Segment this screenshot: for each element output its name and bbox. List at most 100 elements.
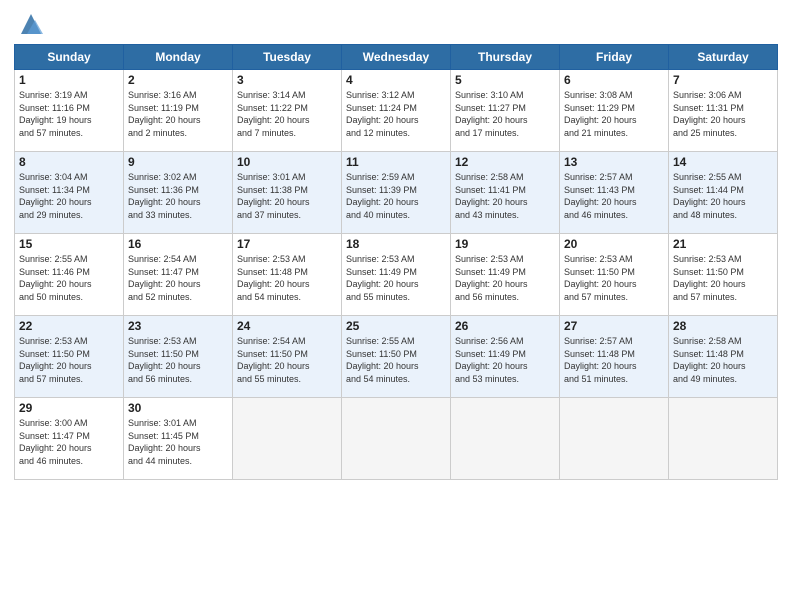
weekday-header: Monday xyxy=(124,45,233,70)
calendar-day-cell xyxy=(233,398,342,480)
calendar-day-cell: 10 Sunrise: 3:01 AM Sunset: 11:38 PM Dayl… xyxy=(233,152,342,234)
calendar-day-cell: 20Sunrise: 2:53 AM Sunset: 11:50 PM Dayl… xyxy=(560,234,669,316)
day-info: Sunrise: 2:53 AM Sunset: 11:50 PM Daylig… xyxy=(564,253,664,303)
day-info: Sunrise: 2:54 AM Sunset: 11:47 PM Daylig… xyxy=(128,253,228,303)
calendar-day-cell: 5 Sunrise: 3:10 AM Sunset: 11:27 PM Dayli… xyxy=(451,70,560,152)
day-number: 25 xyxy=(346,319,446,333)
day-number: 18 xyxy=(346,237,446,251)
day-info: Sunrise: 3:14 AM Sunset: 11:22 PM Daylig… xyxy=(237,89,337,139)
day-number: 17 xyxy=(237,237,337,251)
calendar-header-row: SundayMondayTuesdayWednesdayThursdayFrid… xyxy=(15,45,778,70)
day-info: Sunrise: 2:53 AM Sunset: 11:48 PM Daylig… xyxy=(237,253,337,303)
day-number: 3 xyxy=(237,73,337,87)
calendar-day-cell xyxy=(669,398,778,480)
day-info: Sunrise: 3:01 AM Sunset: 11:45 PM Daylig… xyxy=(128,417,228,467)
calendar-day-cell: 17 Sunrise: 2:53 AM Sunset: 11:48 PM Dayl… xyxy=(233,234,342,316)
calendar-day-cell: 7Sunrise: 3:06 AM Sunset: 11:31 PM Dayli… xyxy=(669,70,778,152)
calendar-day-cell: 11 Sunrise: 2:59 AM Sunset: 11:39 PM Dayl… xyxy=(342,152,451,234)
day-number: 28 xyxy=(673,319,773,333)
day-info: Sunrise: 2:57 AM Sunset: 11:48 PM Daylig… xyxy=(564,335,664,385)
calendar-day-cell: 16 Sunrise: 2:54 AM Sunset: 11:47 PM Dayl… xyxy=(124,234,233,316)
day-info: Sunrise: 2:55 AM Sunset: 11:50 PM Daylig… xyxy=(346,335,446,385)
day-number: 9 xyxy=(128,155,228,169)
day-number: 7 xyxy=(673,73,773,87)
day-info: Sunrise: 3:10 AM Sunset: 11:27 PM Daylig… xyxy=(455,89,555,139)
day-info: Sunrise: 3:01 AM Sunset: 11:38 PM Daylig… xyxy=(237,171,337,221)
day-number: 21 xyxy=(673,237,773,251)
calendar-day-cell: 8 Sunrise: 3:04 AM Sunset: 11:34 PM Dayli… xyxy=(15,152,124,234)
day-info: Sunrise: 2:54 AM Sunset: 11:50 PM Daylig… xyxy=(237,335,337,385)
day-info: Sunrise: 2:58 AM Sunset: 11:48 PM Daylig… xyxy=(673,335,773,385)
page: SundayMondayTuesdayWednesdayThursdayFrid… xyxy=(0,0,792,612)
day-info: Sunrise: 2:53 AM Sunset: 11:50 PM Daylig… xyxy=(128,335,228,385)
calendar-table: SundayMondayTuesdayWednesdayThursdayFrid… xyxy=(14,44,778,480)
logo xyxy=(14,10,45,38)
day-info: Sunrise: 2:53 AM Sunset: 11:49 PM Daylig… xyxy=(455,253,555,303)
day-number: 26 xyxy=(455,319,555,333)
calendar-day-cell: 24 Sunrise: 2:54 AM Sunset: 11:50 PM Dayl… xyxy=(233,316,342,398)
calendar-day-cell: 18 Sunrise: 2:53 AM Sunset: 11:49 PM Dayl… xyxy=(342,234,451,316)
calendar-day-cell: 22 Sunrise: 2:53 AM Sunset: 11:50 PM Dayl… xyxy=(15,316,124,398)
day-number: 8 xyxy=(19,155,119,169)
day-number: 14 xyxy=(673,155,773,169)
day-info: Sunrise: 3:12 AM Sunset: 11:24 PM Daylig… xyxy=(346,89,446,139)
day-number: 4 xyxy=(346,73,446,87)
day-info: Sunrise: 3:04 AM Sunset: 11:34 PM Daylig… xyxy=(19,171,119,221)
calendar-day-cell: 21 Sunrise: 2:53 AM Sunset: 11:50 PM Dayl… xyxy=(669,234,778,316)
day-number: 11 xyxy=(346,155,446,169)
calendar-week-row: 22 Sunrise: 2:53 AM Sunset: 11:50 PM Dayl… xyxy=(15,316,778,398)
calendar-day-cell: 14 Sunrise: 2:55 AM Sunset: 11:44 PM Dayl… xyxy=(669,152,778,234)
day-number: 29 xyxy=(19,401,119,415)
calendar-day-cell xyxy=(560,398,669,480)
calendar-day-cell: 1 Sunrise: 3:19 AM Sunset: 11:16 PM Dayli… xyxy=(15,70,124,152)
day-number: 2 xyxy=(128,73,228,87)
calendar-week-row: 15Sunrise: 2:55 AM Sunset: 11:46 PM Dayl… xyxy=(15,234,778,316)
day-number: 1 xyxy=(19,73,119,87)
calendar-day-cell: 25 Sunrise: 2:55 AM Sunset: 11:50 PM Dayl… xyxy=(342,316,451,398)
day-number: 12 xyxy=(455,155,555,169)
day-number: 10 xyxy=(237,155,337,169)
day-number: 23 xyxy=(128,319,228,333)
day-info: Sunrise: 3:19 AM Sunset: 11:16 PM Daylig… xyxy=(19,89,119,139)
day-number: 13 xyxy=(564,155,664,169)
day-number: 5 xyxy=(455,73,555,87)
header xyxy=(14,10,778,38)
day-info: Sunrise: 2:53 AM Sunset: 11:49 PM Daylig… xyxy=(346,253,446,303)
calendar-day-cell: 2 Sunrise: 3:16 AM Sunset: 11:19 PM Dayli… xyxy=(124,70,233,152)
calendar-day-cell: 3 Sunrise: 3:14 AM Sunset: 11:22 PM Dayli… xyxy=(233,70,342,152)
day-number: 6 xyxy=(564,73,664,87)
calendar-day-cell: 13 Sunrise: 2:57 AM Sunset: 11:43 PM Dayl… xyxy=(560,152,669,234)
weekday-header: Friday xyxy=(560,45,669,70)
calendar-day-cell: 15Sunrise: 2:55 AM Sunset: 11:46 PM Dayl… xyxy=(15,234,124,316)
day-info: Sunrise: 2:55 AM Sunset: 11:44 PM Daylig… xyxy=(673,171,773,221)
weekday-header: Wednesday xyxy=(342,45,451,70)
day-info: Sunrise: 2:58 AM Sunset: 11:41 PM Daylig… xyxy=(455,171,555,221)
day-info: Sunrise: 3:02 AM Sunset: 11:36 PM Daylig… xyxy=(128,171,228,221)
calendar-day-cell: 9 Sunrise: 3:02 AM Sunset: 11:36 PM Dayli… xyxy=(124,152,233,234)
day-number: 24 xyxy=(237,319,337,333)
day-info: Sunrise: 3:08 AM Sunset: 11:29 PM Daylig… xyxy=(564,89,664,139)
calendar-day-cell: 12 Sunrise: 2:58 AM Sunset: 11:41 PM Dayl… xyxy=(451,152,560,234)
logo-icon xyxy=(17,10,45,38)
day-number: 27 xyxy=(564,319,664,333)
calendar-day-cell: 19Sunrise: 2:53 AM Sunset: 11:49 PM Dayl… xyxy=(451,234,560,316)
day-number: 22 xyxy=(19,319,119,333)
day-info: Sunrise: 2:53 AM Sunset: 11:50 PM Daylig… xyxy=(19,335,119,385)
day-info: Sunrise: 2:57 AM Sunset: 11:43 PM Daylig… xyxy=(564,171,664,221)
day-info: Sunrise: 2:56 AM Sunset: 11:49 PM Daylig… xyxy=(455,335,555,385)
calendar-day-cell: 30 Sunrise: 3:01 AM Sunset: 11:45 PM Dayl… xyxy=(124,398,233,480)
day-info: Sunrise: 2:53 AM Sunset: 11:50 PM Daylig… xyxy=(673,253,773,303)
weekday-header: Saturday xyxy=(669,45,778,70)
calendar-day-cell: 26 Sunrise: 2:56 AM Sunset: 11:49 PM Dayl… xyxy=(451,316,560,398)
calendar-week-row: 29Sunrise: 3:00 AM Sunset: 11:47 PM Dayl… xyxy=(15,398,778,480)
day-number: 30 xyxy=(128,401,228,415)
calendar-day-cell xyxy=(451,398,560,480)
day-info: Sunrise: 2:59 AM Sunset: 11:39 PM Daylig… xyxy=(346,171,446,221)
day-info: Sunrise: 3:16 AM Sunset: 11:19 PM Daylig… xyxy=(128,89,228,139)
calendar-day-cell xyxy=(342,398,451,480)
day-number: 16 xyxy=(128,237,228,251)
calendar-day-cell: 4 Sunrise: 3:12 AM Sunset: 11:24 PM Dayli… xyxy=(342,70,451,152)
calendar-day-cell: 6 Sunrise: 3:08 AM Sunset: 11:29 PM Dayli… xyxy=(560,70,669,152)
calendar-day-cell: 29Sunrise: 3:00 AM Sunset: 11:47 PM Dayl… xyxy=(15,398,124,480)
weekday-header: Tuesday xyxy=(233,45,342,70)
